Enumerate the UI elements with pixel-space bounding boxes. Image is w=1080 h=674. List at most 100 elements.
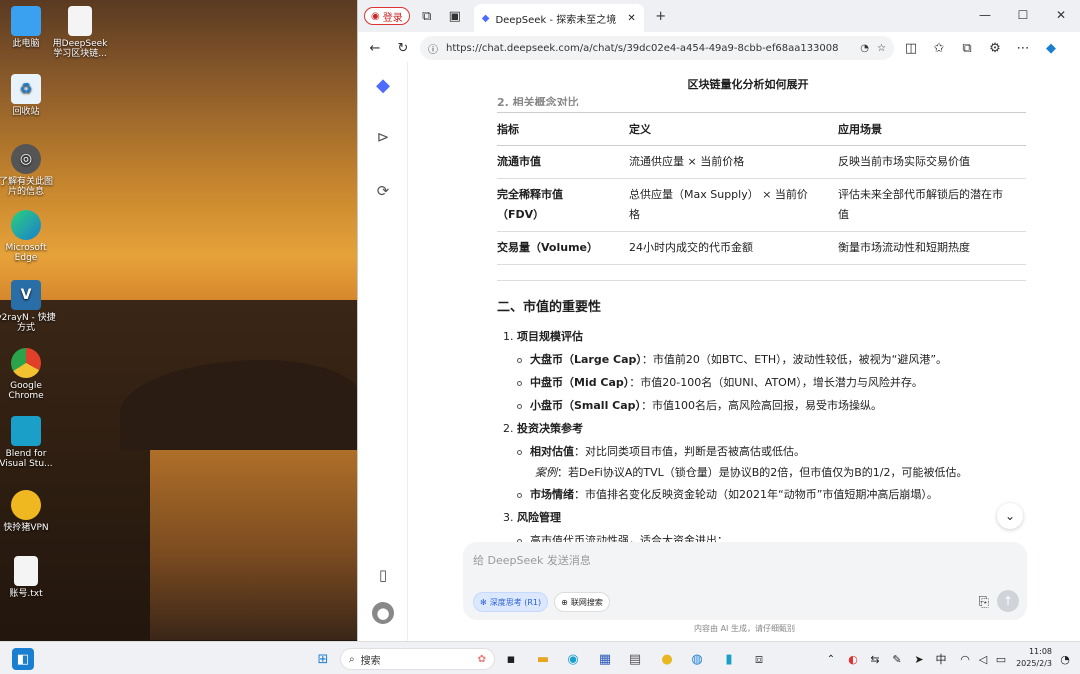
deep-think-label: 深度思考 (R1) bbox=[489, 597, 542, 607]
taskbar-search[interactable]: ⌕ 搜索 ✿ bbox=[340, 648, 495, 670]
expand-sidebar-icon[interactable]: ⊳ bbox=[372, 126, 394, 148]
url-text[interactable]: https://chat.deepseek.com/a/chat/s/39dc0… bbox=[446, 43, 852, 54]
deepseek-logo-icon[interactable]: ◆ bbox=[372, 74, 394, 96]
task-view-icon[interactable]: ▪ bbox=[500, 648, 522, 670]
desktop-icon-label: Microsoft Edge bbox=[5, 243, 47, 263]
security-icon[interactable]: ◐ bbox=[842, 648, 864, 670]
mobile-app-icon[interactable]: ▯ bbox=[372, 564, 394, 586]
table-row: 流通市值 流通供应量 × 当前价格 反映当前市场实际交易价值 bbox=[497, 145, 1026, 179]
clock-time: 11:08 bbox=[1028, 647, 1052, 656]
app-icon[interactable]: ▤ bbox=[624, 648, 646, 670]
desktop-icon-document[interactable]: 用DeepSeek学习区块链... bbox=[50, 6, 110, 59]
deepseek-favicon-icon: ◆ bbox=[481, 12, 490, 24]
document-icon bbox=[68, 6, 92, 36]
desktop-icon-label: 回收站 bbox=[12, 107, 40, 117]
table-cell: 总供应量（Max Supply） × 当前价格 bbox=[629, 178, 838, 232]
search-highlight-icon: ✿ bbox=[477, 653, 486, 665]
snipping-icon[interactable]: ⧈ bbox=[748, 648, 770, 670]
avatar[interactable]: ● bbox=[372, 602, 394, 624]
tab-actions-icon[interactable]: ▣ bbox=[444, 5, 466, 27]
desktop-icon-textfile[interactable]: 账号.txt bbox=[0, 556, 56, 599]
table-row: 完全稀释市值（FDV） 总供应量（Max Supply） × 当前价格 评估未来… bbox=[497, 178, 1026, 232]
read-aloud-icon[interactable]: ◔ bbox=[860, 43, 869, 54]
table-cell: 流通市值 bbox=[497, 145, 629, 179]
edge-icon bbox=[11, 210, 41, 240]
sub-item-bold: 相对估值 bbox=[530, 445, 574, 458]
vpn-taskbar-icon[interactable]: ● bbox=[656, 648, 678, 670]
workspaces-icon[interactable]: ⧉ bbox=[416, 5, 438, 27]
collections-icon[interactable]: ⧉ bbox=[956, 37, 978, 59]
favorite-star-icon[interactable]: ☆ bbox=[877, 43, 886, 54]
attach-icon[interactable]: ⎘ bbox=[979, 595, 989, 610]
edge-taskbar-icon[interactable]: ◉ bbox=[562, 648, 584, 670]
chrome-taskbar-icon[interactable]: ◍ bbox=[686, 648, 708, 670]
chevron-up-icon[interactable]: ⌃ bbox=[820, 648, 842, 670]
back-icon[interactable]: ← bbox=[364, 37, 386, 59]
sub-item-text: ：对比同类项目市值，判断是否被高估或低估。 bbox=[574, 445, 805, 458]
site-info-icon[interactable]: ⓘ bbox=[428, 41, 438, 56]
battery-icon[interactable]: ▭ bbox=[990, 648, 1012, 670]
chrome-icon bbox=[11, 348, 41, 378]
section-title: 二、市值的重要性 bbox=[497, 300, 602, 315]
refresh-icon[interactable]: ↻ bbox=[392, 37, 414, 59]
desktop-icon-v2rayn[interactable]: V v2rayN - 快捷方式 bbox=[0, 280, 56, 333]
sub-item: 相对估值：对比同类项目市值，判断是否被高估或低估。 bbox=[497, 440, 1026, 463]
sub-item-bold: 市场情绪 bbox=[530, 488, 574, 501]
profile-login-button[interactable]: ◉ 登录 bbox=[364, 7, 410, 25]
close-window-icon[interactable]: ✕ bbox=[1042, 0, 1080, 30]
send-icon[interactable]: ➤ bbox=[908, 648, 930, 670]
ime-indicator[interactable]: 中 bbox=[930, 648, 952, 670]
web-search-toggle[interactable]: ⊕ 联网搜索 bbox=[554, 592, 610, 612]
tab-deepseek[interactable]: ◆ DeepSeek - 探索未至之境 ✕ bbox=[473, 4, 644, 32]
list-number: 1. bbox=[503, 330, 514, 343]
desktop-icon-recycle-bin[interactable]: ♻ 回收站 bbox=[0, 74, 56, 117]
example-text: ：若DeFi协议A的TVL（锁仓量）是协议B的2倍，但市值仅为B的1/2，可能被… bbox=[557, 466, 968, 479]
store-icon[interactable]: ▦ bbox=[594, 648, 616, 670]
favorites-icon[interactable]: ✩ bbox=[928, 37, 950, 59]
desktop-icon-vpn[interactable]: 快拎猪VPN bbox=[0, 490, 56, 533]
message-input[interactable]: 给 DeepSeek 发送消息 bbox=[473, 552, 1017, 568]
network-tool-icon[interactable]: ⇆ bbox=[864, 648, 886, 670]
list-item-title: 项目规模评估 bbox=[517, 330, 583, 343]
pen-icon[interactable]: ✎ bbox=[886, 648, 908, 670]
desktop-icon-label: 快拎猪VPN bbox=[3, 523, 49, 533]
notification-bell-icon[interactable]: ◔ bbox=[1054, 648, 1076, 670]
new-tab-button[interactable]: + bbox=[650, 5, 672, 27]
minimize-icon[interactable]: — bbox=[966, 0, 1004, 30]
scroll-down-button[interactable]: ⌄ bbox=[997, 503, 1023, 529]
maximize-icon[interactable]: ☐ bbox=[1004, 0, 1042, 30]
sub-item-text: ：市值20-100名（如UNI、ATOM），增长潜力与风险并存。 bbox=[629, 376, 923, 389]
system-clock[interactable]: 11:08 2025/2/3 bbox=[1016, 646, 1052, 670]
start-icon[interactable]: ⊞ bbox=[312, 648, 334, 670]
message-input-box[interactable]: 给 DeepSeek 发送消息 ✻ 深度思考 (R1) ⊕ 联网搜索 ⎘ ↑ bbox=[463, 542, 1027, 620]
v2ray-icon: V bbox=[11, 280, 41, 310]
file-explorer-icon[interactable]: ▬ bbox=[532, 648, 554, 670]
desktop-icon-edge[interactable]: Microsoft Edge bbox=[0, 210, 56, 263]
notepad-icon[interactable]: ▮ bbox=[718, 648, 740, 670]
address-bar[interactable]: ⓘ https://chat.deepseek.com/a/chat/s/39d… bbox=[420, 36, 894, 60]
send-button[interactable]: ↑ bbox=[997, 590, 1019, 612]
sub-item: 市场情绪：市值排名变化反映资金轮动（如2021年“动物币”市值短期冲高后崩塌）。 bbox=[497, 483, 1026, 506]
blend-icon bbox=[11, 416, 41, 446]
example-line: 案例：若DeFi协议A的TVL（锁仓量）是协议B的2倍，但市值仅为B的1/2，可… bbox=[497, 463, 1026, 483]
widgets-icon[interactable]: ◧ bbox=[12, 648, 34, 670]
list-item: 1. 项目规模评估 bbox=[497, 325, 1026, 348]
table-header: 应用场景 bbox=[838, 112, 1026, 146]
desktop-icon-label: 账号.txt bbox=[9, 589, 43, 599]
new-chat-icon[interactable]: ⟳ bbox=[372, 180, 394, 202]
chat-message: 2. 相关概念对比 指标 定义 应用场景 流通市值 流通供应量 × 当前价格 反… bbox=[497, 94, 1026, 552]
desktop-icon-image-info[interactable]: ◎ 了解有关此图片的信息 bbox=[0, 144, 56, 197]
copilot-icon[interactable]: ◆ bbox=[1040, 37, 1062, 59]
table-cell: 24小时内成交的代币金额 bbox=[629, 231, 838, 265]
list-item: 3. 风险管理 bbox=[497, 506, 1026, 529]
sub-item-text: ：市值前20（如BTC、ETH），波动性较低，被视为“避风港”。 bbox=[641, 353, 948, 366]
close-tab-icon[interactable]: ✕ bbox=[627, 13, 635, 24]
desktop-icon-blend[interactable]: Blend for Visual Stu... bbox=[0, 416, 56, 469]
extensions-icon[interactable]: ⚙ bbox=[984, 37, 1006, 59]
split-screen-icon[interactable]: ◫ bbox=[900, 37, 922, 59]
more-menu-icon[interactable]: ⋯ bbox=[1012, 37, 1034, 59]
tab-bar: ◉ 登录 ⧉ ▣ ◆ DeepSeek - 探索未至之境 ✕ + — ☐ ✕ bbox=[358, 0, 1080, 32]
desktop-icon-computer[interactable]: 此电脑 bbox=[0, 6, 56, 49]
desktop-icon-chrome[interactable]: Google Chrome bbox=[0, 348, 56, 401]
deep-think-toggle[interactable]: ✻ 深度思考 (R1) bbox=[473, 592, 549, 612]
